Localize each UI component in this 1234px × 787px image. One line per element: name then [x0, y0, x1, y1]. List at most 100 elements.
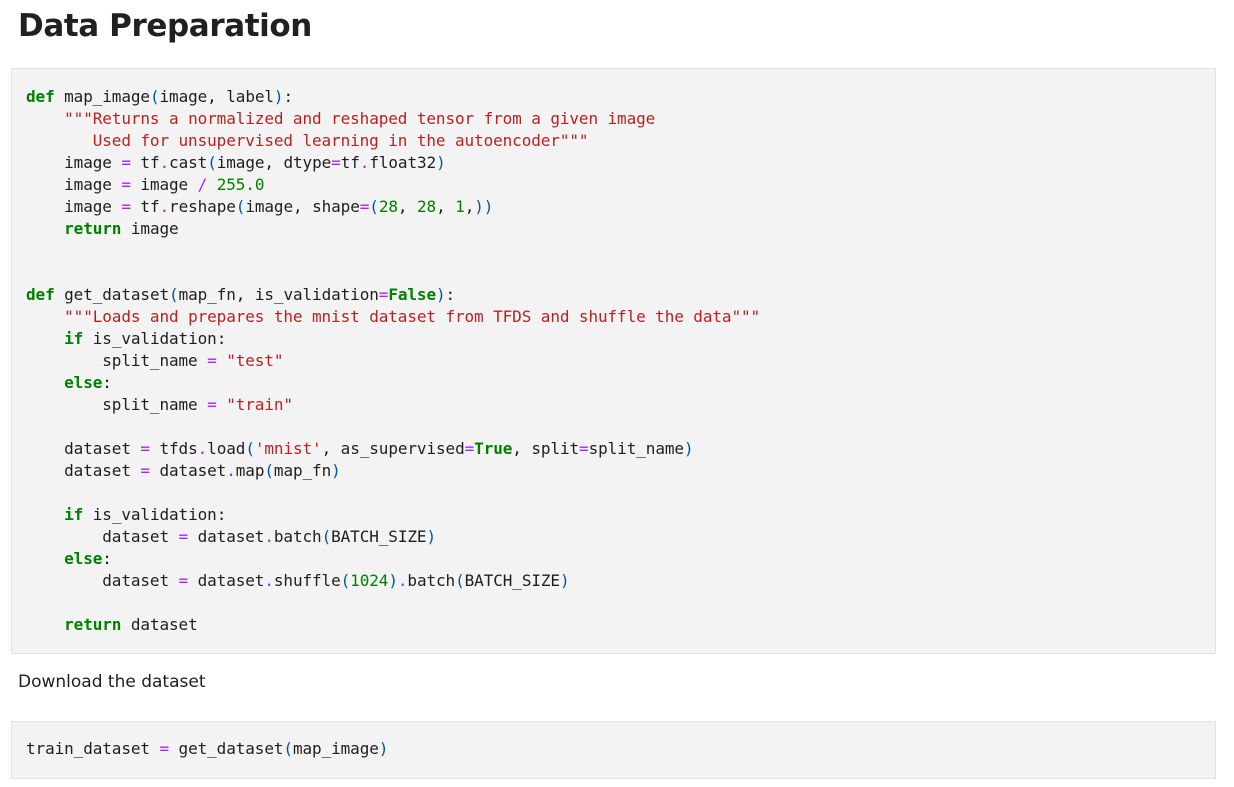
code-token: :: [102, 373, 112, 392]
code-token: ): [559, 571, 570, 590]
code-token: get_dataset: [54, 285, 170, 304]
code-token: =: [207, 395, 217, 414]
code-token: 'mnist': [254, 439, 322, 458]
code-line: split_name = "test": [26, 350, 1215, 372]
code-token: .: [159, 153, 170, 172]
code-token: .: [397, 571, 408, 590]
code-token: is_validation: [83, 505, 217, 524]
code-token: dataset: [188, 571, 265, 590]
code-token: image: [159, 87, 208, 106]
code-token: :: [445, 285, 456, 304]
code-token: return: [64, 615, 122, 634]
code-token: dataset: [149, 461, 227, 480]
code-line: if is_validation:: [26, 504, 1215, 526]
code-token: =: [121, 197, 131, 216]
code-token: (: [369, 197, 379, 216]
code-token: (: [207, 153, 217, 172]
code-token: "test": [216, 351, 284, 370]
code-cell-data-preparation[interactable]: def map_image(image, label): """Returns …: [11, 68, 1216, 654]
code-token: =: [207, 351, 217, 370]
code-token: "train": [216, 395, 293, 414]
code-cell-download-dataset[interactable]: train_dataset = get_dataset(map_image): [11, 721, 1216, 779]
code-token: BATCH_SIZE: [331, 527, 427, 546]
code-line: def get_dataset(map_fn, is_validation=Fa…: [26, 284, 1215, 306]
code-token: =: [178, 527, 189, 546]
code-token: .: [226, 461, 236, 480]
code-token: ): [331, 461, 341, 480]
code-token: =: [464, 439, 475, 458]
code-token: image: [26, 175, 122, 194]
code-token: float32: [369, 153, 437, 172]
code-token: (: [340, 571, 351, 590]
code-token: (: [264, 461, 274, 480]
code-token: False: [388, 285, 436, 304]
code-token: ,: [293, 197, 303, 216]
code-token: /: [197, 175, 208, 194]
code-token: split_name: [26, 351, 208, 370]
code-token: batch: [273, 527, 322, 546]
code-token: True: [474, 439, 513, 458]
code-token: ,: [464, 197, 475, 216]
code-token: get_dataset: [169, 739, 284, 758]
code-token: =: [121, 175, 131, 194]
code-token: dataset: [26, 571, 179, 590]
code-token: :: [216, 329, 227, 348]
code-token: .: [197, 439, 208, 458]
markdown-text: Download the dataset: [18, 672, 206, 692]
code-token: """Loads and prepares the mnist dataset …: [64, 307, 761, 326]
code-token: 28: [378, 197, 398, 216]
code-token: shape: [302, 197, 360, 216]
code-token: =: [121, 153, 131, 172]
code-token: is_validation: [83, 329, 217, 348]
code-token: 255.0: [207, 175, 265, 194]
code-token: dtype: [273, 153, 332, 172]
code-token: if: [64, 329, 84, 348]
code-token: split: [521, 439, 580, 458]
code-token: """Returns a normalized and reshaped ten…: [64, 109, 656, 128]
code-token: (: [321, 527, 332, 546]
code-token: label: [216, 87, 274, 106]
code-line: image = tf.reshape(image, shape=(28, 28,…: [26, 196, 1215, 218]
code-token: :: [102, 549, 112, 568]
code-token: shuffle: [273, 571, 341, 590]
code-line: image = image / 255.0: [26, 174, 1215, 196]
code-token: as_supervised: [331, 439, 465, 458]
code-line: return image: [26, 218, 1215, 240]
code-line: dataset = tfds.load('mnist', as_supervis…: [26, 438, 1215, 460]
code-token: Used for unsupervised learning in the au…: [26, 131, 589, 150]
code-token: ,: [264, 153, 274, 172]
code-token: cast: [169, 153, 208, 172]
code-token: tf: [130, 197, 160, 216]
code-token: dataset: [188, 527, 265, 546]
code-token: =: [159, 739, 170, 758]
code-block[interactable]: train_dataset = get_dataset(map_image): [12, 722, 1215, 760]
code-token: map: [235, 461, 265, 480]
code-line: split_name = "train": [26, 394, 1215, 416]
code-line: if is_validation:: [26, 328, 1215, 350]
code-line: else:: [26, 548, 1215, 570]
code-token: def: [26, 87, 55, 106]
code-token: else: [64, 373, 103, 392]
code-token: image: [245, 197, 293, 216]
code-token: :: [216, 505, 227, 524]
code-token: =: [359, 197, 370, 216]
code-block[interactable]: def map_image(image, label): """Returns …: [12, 69, 1215, 636]
code-token: reshape: [169, 197, 236, 216]
code-token: BATCH_SIZE: [464, 571, 560, 590]
code-token: ): [436, 285, 446, 304]
code-token: .: [359, 153, 370, 172]
code-token: .: [159, 197, 170, 216]
code-line: dataset = dataset.shuffle(1024).batch(BA…: [26, 570, 1215, 592]
code-line: return dataset: [26, 614, 1215, 636]
code-line: """Returns a normalized and reshaped ten…: [26, 108, 1215, 130]
code-token: map_fn: [273, 461, 332, 480]
code-token: map_image: [292, 739, 379, 758]
